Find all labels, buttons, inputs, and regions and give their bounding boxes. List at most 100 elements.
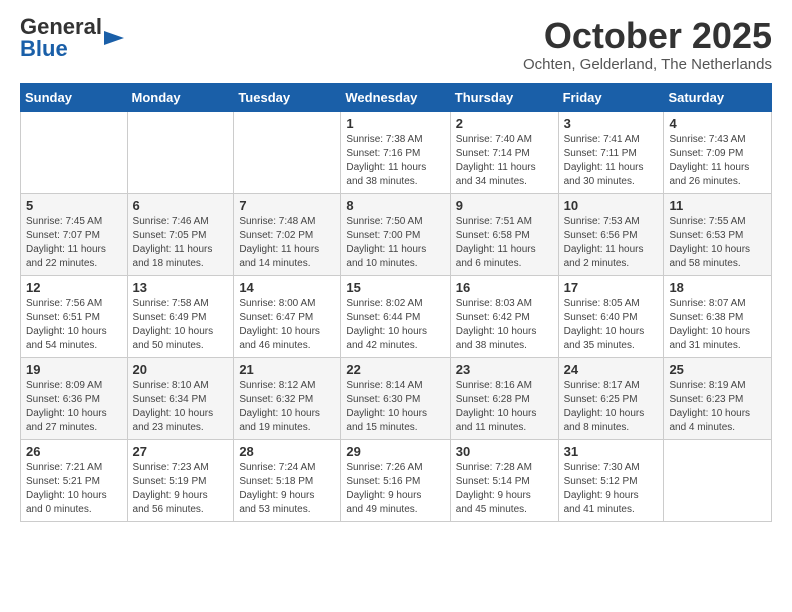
day-number: 5 (26, 198, 122, 213)
day-info: Sunrise: 8:09 AM Sunset: 6:36 PM Dayligh… (26, 379, 122, 435)
day-number: 11 (669, 198, 766, 213)
calendar-cell: 3 Sunrise: 7:41 AM Sunset: 7:11 PM Daylig… (558, 111, 664, 193)
calendar-table: SundayMondayTuesdayWednesdayThursdayFrid… (20, 83, 772, 522)
calendar-cell: 26 Sunrise: 7:21 AM Sunset: 5:21 PM Dayli… (21, 439, 128, 521)
week-row-4: 19 Sunrise: 8:09 AM Sunset: 6:36 PM Dayli… (21, 357, 772, 439)
calendar-cell (127, 111, 234, 193)
day-number: 29 (346, 444, 444, 459)
week-row-1: 1 Sunrise: 7:38 AM Sunset: 7:16 PM Daylig… (21, 111, 772, 193)
calendar-cell: 17Sunrise: 8:05 AM Sunset: 6:40 PM Dayli… (558, 275, 664, 357)
calendar-cell: 8 Sunrise: 7:50 AM Sunset: 7:00 PM Daylig… (341, 193, 450, 275)
day-number: 6 (133, 198, 229, 213)
day-info: Sunrise: 8:10 AM Sunset: 6:34 PM Dayligh… (133, 379, 229, 435)
header: General Blue October 2025 Ochten, Gelder… (20, 16, 772, 73)
day-info: Sunrise: 8:07 AM Sunset: 6:38 PM Dayligh… (669, 297, 766, 353)
day-number: 3 (564, 116, 659, 131)
day-info: Sunrise: 7:50 AM Sunset: 7:00 PM Dayligh… (346, 215, 444, 271)
calendar-cell: 6 Sunrise: 7:46 AM Sunset: 7:05 PM Daylig… (127, 193, 234, 275)
weekday-saturday: Saturday (664, 83, 772, 111)
day-number: 31 (564, 444, 659, 459)
calendar-cell: 31Sunrise: 7:30 AM Sunset: 5:12 PM Dayli… (558, 439, 664, 521)
day-info: Sunrise: 7:24 AM Sunset: 5:18 PM Dayligh… (239, 461, 335, 517)
calendar-cell (21, 111, 128, 193)
day-number: 16 (456, 280, 553, 295)
title-block: October 2025 Ochten, Gelderland, The Net… (523, 16, 772, 73)
day-number: 22 (346, 362, 444, 377)
calendar-cell: 12Sunrise: 7:56 AM Sunset: 6:51 PM Dayli… (21, 275, 128, 357)
calendar-cell: 13Sunrise: 7:58 AM Sunset: 6:49 PM Dayli… (127, 275, 234, 357)
day-info: Sunrise: 7:53 AM Sunset: 6:56 PM Dayligh… (564, 215, 659, 271)
calendar-cell: 5 Sunrise: 7:45 AM Sunset: 7:07 PM Daylig… (21, 193, 128, 275)
calendar-cell: 30Sunrise: 7:28 AM Sunset: 5:14 PM Dayli… (450, 439, 558, 521)
day-number: 20 (133, 362, 229, 377)
calendar-cell: 1 Sunrise: 7:38 AM Sunset: 7:16 PM Daylig… (341, 111, 450, 193)
weekday-header-row: SundayMondayTuesdayWednesdayThursdayFrid… (21, 83, 772, 111)
calendar-cell: 16Sunrise: 8:03 AM Sunset: 6:42 PM Dayli… (450, 275, 558, 357)
day-info: Sunrise: 8:05 AM Sunset: 6:40 PM Dayligh… (564, 297, 659, 353)
day-info: Sunrise: 7:45 AM Sunset: 7:07 PM Dayligh… (26, 215, 122, 271)
week-row-2: 5 Sunrise: 7:45 AM Sunset: 7:07 PM Daylig… (21, 193, 772, 275)
weekday-friday: Friday (558, 83, 664, 111)
logo-arrow-icon (104, 31, 124, 45)
day-number: 8 (346, 198, 444, 213)
calendar-cell: 21 Sunrise: 8:12 AM Sunset: 6:32 PM Dayli… (234, 357, 341, 439)
day-number: 23 (456, 362, 553, 377)
day-number: 14 (239, 280, 335, 295)
month-year: October 2025 (523, 16, 772, 56)
day-info: Sunrise: 7:41 AM Sunset: 7:11 PM Dayligh… (564, 133, 659, 189)
calendar-cell: 23 Sunrise: 8:16 AM Sunset: 6:28 PM Dayli… (450, 357, 558, 439)
calendar-cell: 28 Sunrise: 7:24 AM Sunset: 5:18 PM Dayli… (234, 439, 341, 521)
day-number: 28 (239, 444, 335, 459)
day-info: Sunrise: 7:40 AM Sunset: 7:14 PM Dayligh… (456, 133, 553, 189)
day-number: 4 (669, 116, 766, 131)
logo: General Blue (20, 16, 124, 60)
day-number: 10 (564, 198, 659, 213)
day-number: 9 (456, 198, 553, 213)
day-number: 7 (239, 198, 335, 213)
day-info: Sunrise: 7:28 AM Sunset: 5:14 PM Dayligh… (456, 461, 553, 517)
day-info: Sunrise: 7:43 AM Sunset: 7:09 PM Dayligh… (669, 133, 766, 189)
calendar-cell: 19 Sunrise: 8:09 AM Sunset: 6:36 PM Dayli… (21, 357, 128, 439)
day-info: Sunrise: 7:21 AM Sunset: 5:21 PM Dayligh… (26, 461, 122, 517)
location: Ochten, Gelderland, The Netherlands (523, 56, 772, 73)
calendar-cell: 22Sunrise: 8:14 AM Sunset: 6:30 PM Dayli… (341, 357, 450, 439)
calendar-cell: 7 Sunrise: 7:48 AM Sunset: 7:02 PM Daylig… (234, 193, 341, 275)
week-row-5: 26 Sunrise: 7:21 AM Sunset: 5:21 PM Dayli… (21, 439, 772, 521)
day-info: Sunrise: 8:12 AM Sunset: 6:32 PM Dayligh… (239, 379, 335, 435)
day-number: 2 (456, 116, 553, 131)
day-number: 27 (133, 444, 229, 459)
calendar-cell: 25 Sunrise: 8:19 AM Sunset: 6:23 PM Dayli… (664, 357, 772, 439)
calendar-cell: 15Sunrise: 8:02 AM Sunset: 6:44 PM Dayli… (341, 275, 450, 357)
day-info: Sunrise: 7:48 AM Sunset: 7:02 PM Dayligh… (239, 215, 335, 271)
calendar-cell: 4 Sunrise: 7:43 AM Sunset: 7:09 PM Daylig… (664, 111, 772, 193)
day-number: 13 (133, 280, 229, 295)
logo-text: General Blue (20, 16, 102, 60)
weekday-monday: Monday (127, 83, 234, 111)
calendar-cell: 10 Sunrise: 7:53 AM Sunset: 6:56 PM Dayli… (558, 193, 664, 275)
calendar-cell: 9 Sunrise: 7:51 AM Sunset: 6:58 PM Daylig… (450, 193, 558, 275)
day-number: 19 (26, 362, 122, 377)
day-info: Sunrise: 8:16 AM Sunset: 6:28 PM Dayligh… (456, 379, 553, 435)
day-number: 1 (346, 116, 444, 131)
calendar-cell: 18 Sunrise: 8:07 AM Sunset: 6:38 PM Dayli… (664, 275, 772, 357)
day-info: Sunrise: 7:38 AM Sunset: 7:16 PM Dayligh… (346, 133, 444, 189)
weekday-thursday: Thursday (450, 83, 558, 111)
day-number: 15 (346, 280, 444, 295)
day-number: 18 (669, 280, 766, 295)
calendar-page: General Blue October 2025 Ochten, Gelder… (0, 0, 792, 538)
day-number: 21 (239, 362, 335, 377)
day-info: Sunrise: 8:00 AM Sunset: 6:47 PM Dayligh… (239, 297, 335, 353)
day-info: Sunrise: 7:46 AM Sunset: 7:05 PM Dayligh… (133, 215, 229, 271)
day-info: Sunrise: 7:23 AM Sunset: 5:19 PM Dayligh… (133, 461, 229, 517)
day-info: Sunrise: 7:51 AM Sunset: 6:58 PM Dayligh… (456, 215, 553, 271)
day-info: Sunrise: 7:55 AM Sunset: 6:53 PM Dayligh… (669, 215, 766, 271)
logo-blue: Blue (20, 36, 68, 61)
day-number: 24 (564, 362, 659, 377)
day-number: 25 (669, 362, 766, 377)
day-number: 26 (26, 444, 122, 459)
calendar-cell: 27 Sunrise: 7:23 AM Sunset: 5:19 PM Dayli… (127, 439, 234, 521)
day-info: Sunrise: 8:19 AM Sunset: 6:23 PM Dayligh… (669, 379, 766, 435)
day-info: Sunrise: 8:17 AM Sunset: 6:25 PM Dayligh… (564, 379, 659, 435)
weekday-tuesday: Tuesday (234, 83, 341, 111)
calendar-cell (664, 439, 772, 521)
